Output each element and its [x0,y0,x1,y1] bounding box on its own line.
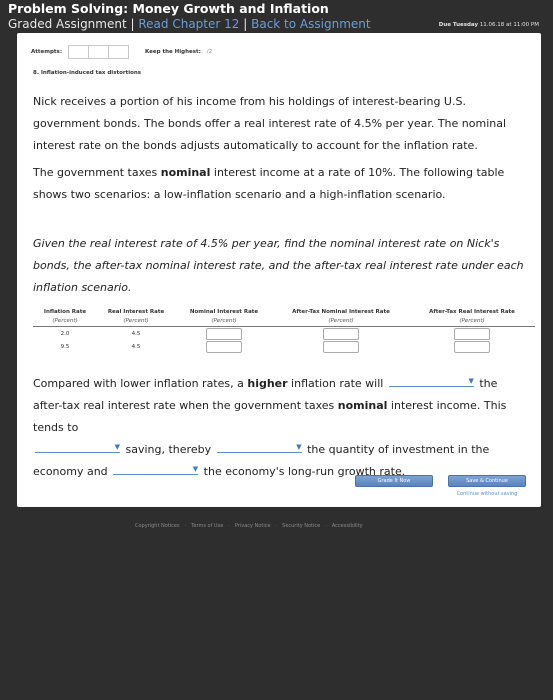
footer-link-terms[interactable]: Terms of Use [191,523,223,529]
unit-label: (Percent) [97,316,175,327]
after-tax-nominal-cell [273,340,409,353]
assignment-type: Graded Assignment [8,17,127,31]
table-row: 9.5 4.5 [33,340,535,353]
nominal-cell [175,327,273,341]
assignment-title: Problem Solving: Money Growth and Inflat… [8,1,329,16]
footer-links: Copyright Notices · Terms of Use · Priva… [135,523,363,529]
footer-separator: · [228,523,230,529]
nominal-cell [175,340,273,353]
footer-link-privacy[interactable]: Privacy Notice [235,523,271,529]
real-rate-cell: 4.5 [131,330,141,337]
col-header-after-tax-real: After-Tax Real Interest Rate [429,308,515,315]
after-tax-real-cell [409,327,535,341]
unit-label: (Percent) [175,316,273,327]
save-and-continue-button[interactable]: Save & Continue [448,475,526,487]
grade-it-now-button[interactable]: Grade It Now [355,475,433,487]
attempt-box [108,45,130,59]
text: saving, thereby [125,443,212,456]
attempts-row: Attempts: Keep the Highest: /2 [31,45,212,59]
chevron-down-icon: ▼ [192,465,199,473]
inflation-rate-cell: 9.5 [60,343,70,350]
nominal-rate-input[interactable] [206,327,242,340]
footer-separator: · [275,523,278,529]
question-title: 8. Inflation-induced tax distortions [33,70,142,76]
keep-highest: Keep the Highest: /2 [145,49,212,55]
continue-without-saving-link[interactable]: Continue without saving [448,491,526,497]
fill-in-paragraph: Compared with lower inflation rates, a h… [33,373,528,483]
dropdown-after-tax-real-effect[interactable]: ▼ [388,374,474,387]
footer-link-accessibility[interactable]: Accessibility [332,523,363,529]
emphasis: higher [247,377,288,390]
footer-separator: · [184,523,187,529]
chevron-down-icon: ▼ [114,443,120,451]
after-tax-real-input[interactable] [454,340,490,353]
chevron-down-icon: ▼ [296,443,302,451]
header-subtitle: Graded Assignment | Read Chapter 12 | Ba… [8,17,371,31]
col-header-nominal: Nominal Interest Rate [189,308,259,315]
text: The government taxes [33,166,161,179]
after-tax-nominal-input[interactable] [323,340,359,353]
inflation-rate-cell: 2.0 [60,330,70,337]
due-label: Due Tuesday [438,22,479,28]
real-rate-cell: 4.5 [131,343,141,350]
col-header-inflation: Inflation Rate [43,308,87,315]
footer-link-copyright[interactable]: Copyright Notices [135,523,180,529]
keep-highest-label: Keep the Highest: [145,49,201,55]
nominal-rate-input[interactable] [206,340,242,353]
unit-label: (Percent) [33,316,97,327]
after-tax-real-cell [409,340,535,353]
col-header-after-tax-nominal: After-Tax Nominal Interest Rate [292,308,390,315]
read-chapter-link[interactable]: Read Chapter 12 [138,17,239,31]
footer-link-security[interactable]: Security Notice [282,523,320,529]
col-header-real: Real Interest Rate [107,308,165,315]
question-panel: Attempts: Keep the Highest: /2 8. Inflat… [17,33,541,507]
after-tax-real-input[interactable] [454,327,490,340]
question-paragraph-2: The government taxes nominal interest in… [33,162,528,206]
footer-separator: · [325,523,327,529]
emphasis: nominal [160,166,211,179]
unit-label: (Percent) [409,316,535,327]
dropdown-saving-effect[interactable]: ▼ [35,440,120,453]
due-date: Due Tuesday 11.06.18 at 11:00 PM [439,22,539,28]
table-units-row: (Percent) (Percent) (Percent) (Percent) … [33,316,535,327]
after-tax-nominal-cell [273,327,409,341]
table-header-row: Inflation Rate Real Interest Rate Nomina… [33,307,535,316]
attempt-box [68,45,90,59]
attempt-indicators [68,45,130,59]
due-date-value: 11.06.18 at 11:00 PM [479,22,539,28]
after-tax-nominal-input[interactable] [323,327,359,340]
keep-highest-value: /2 [206,49,213,55]
dropdown-growth-effect[interactable]: ▼ [113,462,199,475]
attempts-label: Attempts: [31,49,63,55]
question-paragraph-1: Nick receives a portion of his income fr… [33,95,507,152]
back-to-assignment-link[interactable]: Back to Assignment [251,17,370,31]
separator: | [130,17,135,31]
chevron-down-icon: ▼ [468,377,474,385]
separator: | [243,17,248,31]
emphasis: nominal [337,399,388,412]
unit-label: (Percent) [273,316,409,327]
text: Compared with lower inflation rates, a [33,377,248,390]
attempt-box [88,45,110,59]
table-row: 2.0 4.5 [33,327,535,341]
question-instructions: Given the real interest rate of 4.5% per… [33,237,524,294]
rates-table: Inflation Rate Real Interest Rate Nomina… [33,307,535,353]
dropdown-investment-effect[interactable]: ▼ [216,440,302,453]
text: inflation rate will [287,377,384,390]
